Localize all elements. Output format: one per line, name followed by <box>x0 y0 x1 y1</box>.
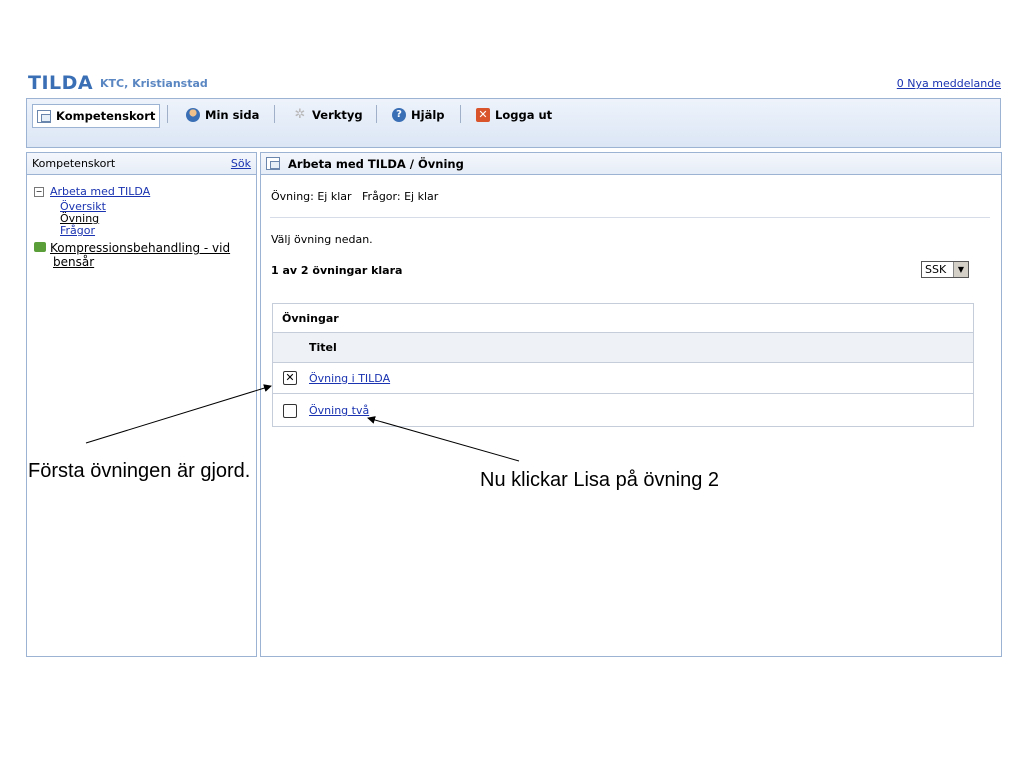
annotation-text-left: Första övningen är gjord. <box>28 460 251 482</box>
annotation-arrows <box>85 384 520 462</box>
annotation-text-right: Nu klickar Lisa på övning 2 <box>480 469 720 491</box>
annotation-arrow-right <box>367 416 520 462</box>
annotation-arrow-left <box>85 384 272 444</box>
